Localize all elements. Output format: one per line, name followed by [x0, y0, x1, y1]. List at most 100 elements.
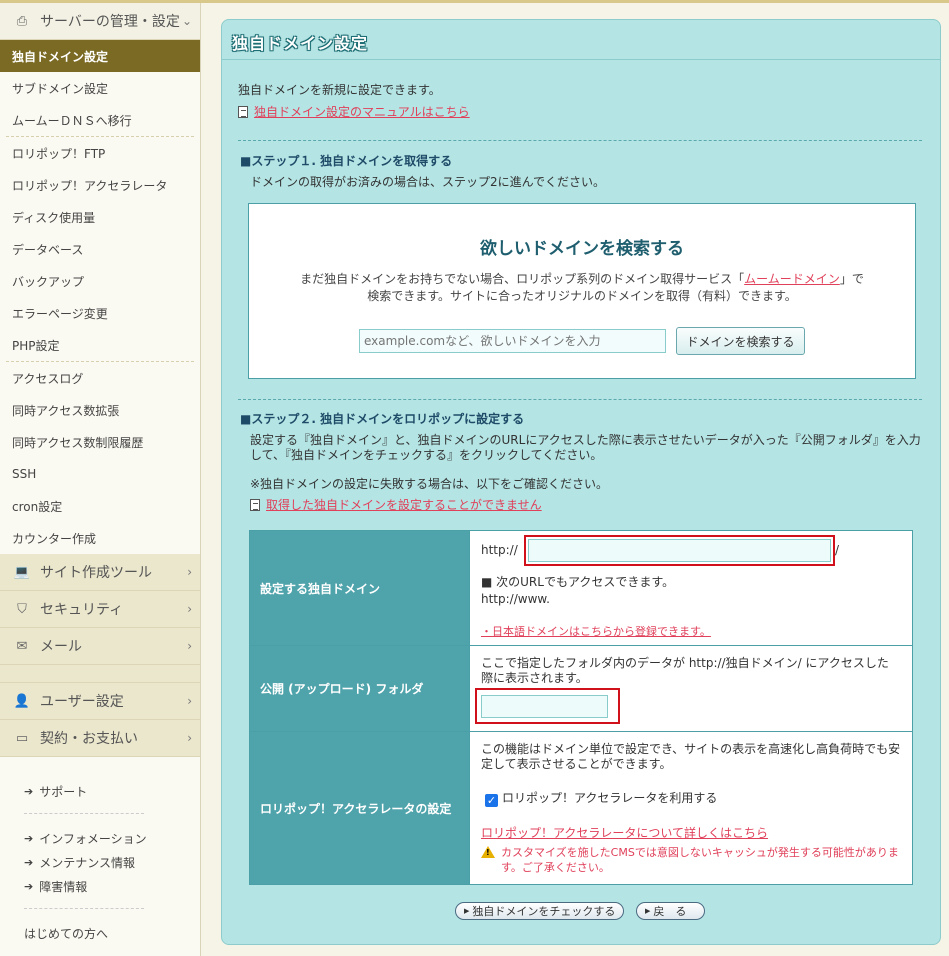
document-icon — [238, 106, 248, 118]
chevron-right-icon: › — [187, 602, 192, 616]
sidebar-item[interactable]: ロリポップ！FTP — [0, 137, 200, 169]
mail-icon: ✉ — [16, 638, 28, 654]
search-desc-text: 」で — [839, 272, 864, 286]
sidebar-gap — [0, 665, 200, 683]
sidebar-item[interactable]: 独自ドメイン設定 — [0, 40, 200, 72]
chevron-right-icon: › — [187, 639, 192, 653]
accelerator-info-link[interactable]: ロリポップ！アクセラレータについて詳しくはこちら — [481, 826, 768, 840]
back-button[interactable]: ▶ 戻 る — [636, 902, 705, 920]
arrow-right-icon: ➔ — [24, 879, 34, 893]
fail-help-link[interactable]: 取得した独自ドメインを設定することができません — [266, 498, 542, 512]
sidebar-item[interactable]: SSH — [0, 458, 200, 490]
jp-domain-link[interactable]: ・日本語ドメインはこちらから登録できます。 — [481, 625, 711, 638]
checkbox-checked-icon[interactable]: ✓ — [485, 794, 498, 807]
warning-text: カスタマイズを施したCMSでは意図しないキャッシュが発生する可能性がありま — [501, 846, 899, 859]
sidebar-links: ➔ サポート ➔ インフォメーション ➔ メンテナンス情報 ➔ 障害情報 はじめ… — [0, 757, 200, 945]
accel-warning-line1: ! カスタマイズを施したCMSでは意図しないキャッシュが発生する可能性がありま — [481, 844, 899, 860]
divider — [238, 140, 922, 141]
sidebar-item[interactable]: PHP設定 — [0, 329, 200, 361]
sidebar-item[interactable]: 同時アクセス数制限履歴 — [0, 426, 200, 458]
row-label: ロリポップ！アクセラレータの設定 — [250, 732, 470, 884]
sidebar-category-label: メール — [40, 639, 82, 655]
domain-settings-table: 設定する独自ドメイン http:// / ■ 次のURLでもアクセスできます。 … — [249, 530, 913, 885]
accel-checkbox-row[interactable]: ✓ ロリポップ！アクセラレータを利用する — [485, 789, 717, 807]
sidebar-category-label: サイト作成ツール — [40, 565, 152, 581]
sidebar-link-maintenance[interactable]: ➔ メンテナンス情報 — [24, 850, 200, 874]
sidebar-link-information[interactable]: ➔ インフォメーション — [24, 826, 200, 850]
search-desc-text: まだ独自ドメインをお持ちでない場合、ロリポップ系列のドメイン取得サービス「 — [300, 272, 745, 286]
button-label: 戻 る — [653, 905, 687, 918]
accel-warning-line2: す。ご了承ください。 — [501, 861, 610, 874]
sidebar-category-label: サーバーの管理・設定 — [40, 14, 180, 30]
muumuu-domain-link[interactable]: ムームードメイン — [744, 272, 840, 286]
manual-link-row: 独自ドメイン設定のマニュアルはこちら — [238, 103, 470, 120]
sidebar-item[interactable]: ロリポップ！アクセラレータ — [0, 169, 200, 201]
table-row-accelerator: ロリポップ！アクセラレータの設定 この機能はドメイン単位で設定でき、サイトの表示… — [250, 732, 912, 884]
sidebar-category-label: セキュリティ — [40, 602, 124, 618]
sidebar-link-trouble[interactable]: ➔ 障害情報 — [24, 874, 200, 898]
sidebar-link-label: インフォメーション — [39, 831, 147, 846]
main-panel: 独自ドメイン設定 独自ドメインを新規に設定できます。 独自ドメイン設定のマニュア… — [221, 19, 941, 945]
sidebar-item[interactable]: ムームーＤＮＳへ移行 — [0, 104, 200, 136]
sidebar-category-server[interactable]: ⎙ サーバーの管理・設定 ⌄ — [0, 3, 200, 40]
sidebar-category-mail[interactable]: ✉ メール › — [0, 628, 200, 665]
sidebar-item[interactable]: バックアップ — [0, 265, 200, 297]
table-row-domain: 設定する独自ドメイン http:// / ■ 次のURLでもアクセスできます。 … — [250, 531, 912, 646]
sidebar-link-label: はじめての方へ — [24, 926, 109, 941]
chevron-right-icon: › — [187, 694, 192, 708]
chevron-right-icon: › — [187, 731, 192, 745]
sidebar-category-security[interactable]: ⛉ セキュリティ › — [0, 591, 200, 628]
domain-search-input[interactable] — [359, 329, 666, 353]
arrow-right-icon: ➔ — [24, 855, 34, 869]
sidebar-item[interactable]: カウンター作成 — [0, 522, 200, 554]
button-label: 独自ドメインをチェックする — [472, 905, 616, 918]
http-prefix: http:// — [481, 543, 518, 557]
step2-note: ※独自ドメインの設定に失敗する場合は、以下をご確認ください。 — [250, 477, 609, 491]
sidebar-category-site-tools[interactable]: 💻 サイト作成ツール › — [0, 554, 200, 591]
sidebar-link-beginner[interactable]: はじめての方へ — [24, 921, 200, 945]
step1-description: ドメインの取得がお済みの場合は、ステップ2に進んでください。 — [250, 175, 606, 189]
arrow-right-icon: ➔ — [24, 784, 34, 798]
divider — [238, 399, 922, 400]
row-content: この機能はドメイン単位で設定でき、サイトの表示を高速化し高負荷時でも安 定して表… — [471, 732, 912, 884]
chevron-right-icon: › — [187, 565, 192, 579]
warning-icon: ! — [481, 846, 495, 858]
public-folder-input[interactable] — [481, 695, 608, 718]
sidebar-category-label: 契約・お支払い — [40, 731, 138, 747]
slash-suffix: / — [835, 543, 840, 557]
chevron-down-icon: ⌄ — [181, 14, 192, 28]
accel-link-row: ロリポップ！アクセラレータについて詳しくはこちら — [481, 824, 768, 841]
sidebar-item[interactable]: ディスク使用量 — [0, 201, 200, 233]
alt-url: http://www. — [481, 592, 550, 606]
sidebar-item[interactable]: データベース — [0, 233, 200, 265]
sidebar: ⎙ サーバーの管理・設定 ⌄ 独自ドメイン設定 サブドメイン設定 ムームーＤＮＳへ移… — [0, 3, 201, 956]
domain-input[interactable] — [528, 539, 831, 562]
arrow-right-icon: ➔ — [24, 831, 34, 845]
row-label: 設定する独自ドメイン — [250, 531, 470, 645]
sidebar-item[interactable]: cron設定 — [0, 490, 200, 522]
sidebar-link-label: サポート — [39, 784, 88, 799]
sidebar-item[interactable]: エラーページ変更 — [0, 297, 200, 329]
step2-heading: ■ステップ２. 独自ドメインをロリポップに設定する — [240, 412, 525, 426]
sidebar-category-label: ユーザー設定 — [40, 694, 124, 710]
user-icon: 👤 — [13, 693, 31, 709]
check-domain-button[interactable]: ▶ 独自ドメインをチェックする — [455, 902, 625, 920]
step1-heading: ■ステップ１. 独自ドメインを取得する — [240, 154, 453, 168]
domain-search-box: 欲しいドメインを検索する まだ独自ドメインをお持ちでない場合、ロリポップ系列のド… — [248, 203, 916, 379]
domain-search-button[interactable]: ドメインを検索する — [676, 327, 805, 355]
row-content: ここで指定したフォルダ内のデータが http://独自ドメイン/ にアクセスした… — [471, 646, 912, 731]
search-description: まだ独自ドメインをお持ちでない場合、ロリポップ系列のドメイン取得サービス「ムーム… — [249, 271, 915, 305]
sidebar-item[interactable]: サブドメイン設定 — [0, 72, 200, 104]
sidebar-item[interactable]: アクセスログ — [0, 362, 200, 394]
sidebar-item[interactable]: 同時アクセス数拡張 — [0, 394, 200, 426]
page-title: 独自ドメイン設定 — [232, 34, 369, 53]
laptop-icon: 💻 — [13, 564, 31, 580]
accel-checkbox-label: ロリポップ！アクセラレータを利用する — [502, 791, 718, 805]
sidebar-link-support[interactable]: ➔ サポート — [24, 779, 200, 803]
fail-link-row: 取得した独自ドメインを設定することができません — [250, 496, 542, 513]
sidebar-category-contract[interactable]: ▭ 契約・お支払い › — [0, 720, 200, 757]
sidebar-category-user-settings[interactable]: 👤 ユーザー設定 › — [0, 683, 200, 720]
printer-icon: ⎙ — [16, 13, 28, 29]
alt-url-note: ■ 次のURLでもアクセスできます。 — [481, 575, 675, 589]
manual-link[interactable]: 独自ドメイン設定のマニュアルはこちら — [254, 105, 470, 119]
